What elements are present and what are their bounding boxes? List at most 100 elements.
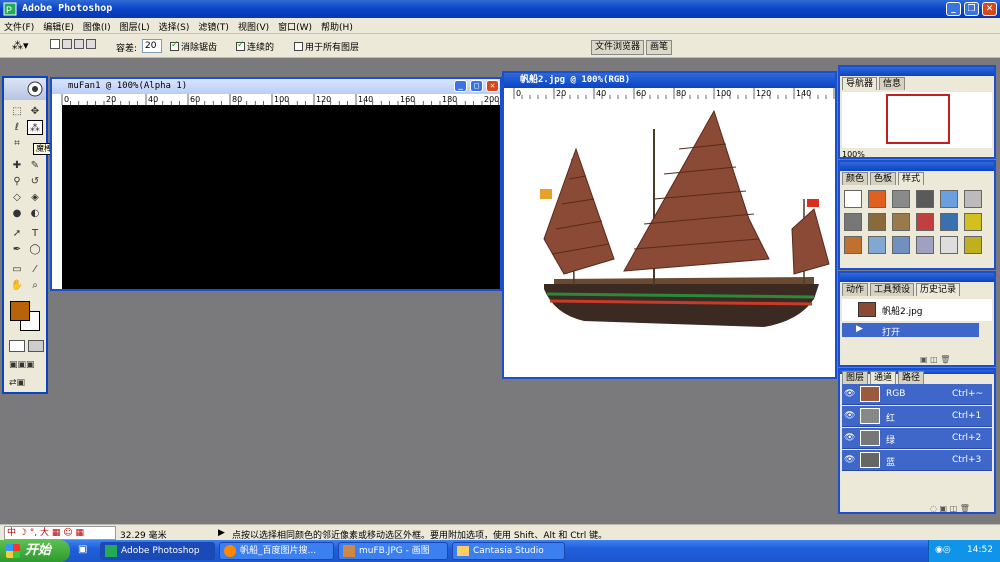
style-swatch[interactable]	[964, 190, 982, 208]
style-swatch[interactable]	[916, 190, 934, 208]
bucket-tool-icon[interactable]: ◈	[27, 190, 43, 205]
history-snapshot-row[interactable]: 帆船2.jpg	[842, 299, 992, 321]
style-swatch[interactable]	[940, 213, 958, 231]
dodge-tool-icon[interactable]: ◐	[27, 206, 43, 221]
navigator-zoom-value[interactable]: 100%	[842, 150, 865, 159]
restore-button[interactable]: ❐	[964, 2, 979, 16]
eye-icon[interactable]: 👁	[844, 411, 855, 421]
all-layers-checkbox[interactable]	[294, 42, 303, 51]
doc1-maximize-button[interactable]: □	[470, 80, 483, 92]
menu-select[interactable]: 选择(S)	[155, 18, 195, 33]
healing-tool-icon[interactable]: ✚	[9, 158, 25, 173]
channel-row-blue[interactable]: 👁 蓝 Ctrl+3	[842, 450, 992, 471]
tab-history[interactable]: 历史记录	[916, 283, 961, 296]
menu-filter[interactable]: 滤镜(T)	[194, 18, 234, 33]
magic-wand-tool-icon[interactable]: ⁂	[27, 120, 43, 135]
brush-tool-icon[interactable]: ✎	[27, 158, 43, 173]
tab-tool-presets[interactable]: 工具预设	[870, 283, 915, 296]
foreground-color-chip[interactable]	[10, 301, 30, 321]
contiguous-option[interactable]: 连续的	[236, 40, 274, 53]
tab-layers[interactable]: 图层	[842, 371, 869, 384]
menu-layer[interactable]: 图层(L)	[116, 18, 155, 33]
style-swatch[interactable]	[892, 213, 910, 231]
blur-tool-icon[interactable]: ●	[9, 206, 25, 221]
marquee-tool-icon[interactable]: ⬚	[9, 104, 25, 119]
menu-file[interactable]: 文件(F)	[0, 18, 39, 33]
history-brush-tool-icon[interactable]: ↺	[27, 174, 43, 189]
menu-help[interactable]: 帮助(H)	[317, 18, 358, 33]
doc1-minimize-button[interactable]: _	[454, 80, 467, 92]
taskbar-item-camtasia[interactable]: Cantasia Studio	[452, 542, 565, 560]
menu-image[interactable]: 图像(I)	[79, 18, 116, 33]
crop-tool-icon[interactable]: ⌗	[9, 136, 25, 151]
eye-icon[interactable]: 👁	[844, 455, 855, 465]
tray-icons[interactable]: ◉◎	[935, 545, 951, 555]
pen-tool-icon[interactable]: ✒	[9, 242, 25, 257]
status-arrow-icon[interactable]: ▶	[218, 528, 225, 538]
screen-mode-icons[interactable]: ▣▣▣	[9, 360, 45, 372]
taskbar-item-paint[interactable]: muFB.JPG - 画图	[338, 542, 448, 560]
eye-icon[interactable]: 👁	[844, 389, 855, 399]
start-button[interactable]: 开始	[0, 540, 70, 562]
style-swatch[interactable]	[892, 236, 910, 254]
quickmask-mode-icon[interactable]	[28, 340, 44, 352]
tolerance-input[interactable]: 20	[142, 39, 162, 53]
minimize-button[interactable]: _	[946, 2, 961, 16]
style-swatch[interactable]	[868, 236, 886, 254]
antialias-checkbox[interactable]	[170, 40, 179, 51]
shape-tool-icon[interactable]: ◯	[27, 242, 43, 257]
doc2-title-bar[interactable]: 帆船2.jpg @ 100%(RGB)	[504, 73, 835, 88]
standard-mode-icon[interactable]	[9, 340, 25, 352]
navigator-preview[interactable]	[842, 92, 992, 148]
style-swatch[interactable]	[892, 190, 910, 208]
tab-paths[interactable]: 路径	[898, 371, 925, 384]
path-select-tool-icon[interactable]: ➚	[9, 226, 25, 241]
notes-tool-icon[interactable]: ▭	[9, 262, 25, 277]
tab-styles[interactable]: 样式	[898, 172, 925, 185]
selection-mode-buttons[interactable]	[50, 39, 102, 52]
doc-window-ship[interactable]: 帆船2.jpg @ 100%(RGB) 0 20 40 60 80 100 120 140	[502, 71, 837, 379]
style-swatch[interactable]	[916, 236, 934, 254]
taskbar-item-browser[interactable]: 帆船_百度图片搜...	[219, 542, 334, 560]
all-layers-option[interactable]: 用于所有图层	[294, 40, 359, 53]
menu-edit[interactable]: 编辑(E)	[39, 18, 79, 33]
channels-footer-icons[interactable]: ◌ ▣ ◫ 🗑	[930, 504, 994, 514]
doc2-canvas[interactable]	[514, 99, 835, 377]
style-swatch[interactable]	[844, 213, 862, 231]
color-panel-header[interactable]	[840, 162, 994, 171]
history-step-row[interactable]: ▶ 打开	[842, 323, 979, 338]
eyedropper-tool-icon[interactable]: ⁄	[27, 262, 43, 277]
style-swatch[interactable]	[964, 236, 982, 254]
brushes-tab[interactable]: 画笔	[646, 40, 673, 55]
tab-navigator[interactable]: 导航器	[842, 77, 878, 90]
close-button[interactable]: ✕	[982, 2, 997, 16]
hand-tool-icon[interactable]: ✋	[9, 278, 25, 293]
menu-window[interactable]: 窗口(W)	[274, 18, 317, 33]
tab-swatches[interactable]: 色板	[870, 172, 897, 185]
antialias-option[interactable]: 消除锯齿	[170, 40, 217, 53]
magic-wand-icon[interactable]: ⁂▾	[12, 39, 29, 52]
file-browser-tab[interactable]: 文件浏览器	[591, 40, 645, 55]
tab-actions[interactable]: 动作	[842, 283, 869, 296]
type-tool-icon[interactable]: T	[27, 226, 43, 241]
doc-window-mufan1[interactable]: muFan1 @ 100%(Alpha 1) _ □ ✕ 0 20 40 60 80 10…	[50, 77, 502, 291]
jump-to-imageready-icon[interactable]: ⇄▣	[9, 378, 45, 390]
history-panel-header[interactable]	[840, 273, 994, 282]
channel-row-red[interactable]: 👁 红 Ctrl+1	[842, 406, 992, 427]
style-swatch[interactable]	[844, 236, 862, 254]
style-swatch[interactable]	[844, 190, 862, 208]
zoom-tool-icon[interactable]: ⌕	[27, 278, 43, 293]
move-tool-icon[interactable]: ✥	[27, 104, 43, 119]
taskbar-item-photoshop[interactable]: Adobe Photoshop	[100, 542, 215, 560]
style-swatch[interactable]	[964, 213, 982, 231]
tab-info[interactable]: 信息	[879, 77, 906, 90]
doc1-close-button[interactable]: ✕	[486, 80, 499, 92]
ime-toolbar[interactable]: 中 ☽ °, 大 ▦ ☺ ▦	[4, 526, 116, 540]
style-swatch[interactable]	[940, 190, 958, 208]
channel-row-rgb[interactable]: 👁 RGB Ctrl+~	[842, 384, 992, 405]
lasso-tool-icon[interactable]: ℓ	[9, 120, 25, 135]
menu-view[interactable]: 视图(V)	[234, 18, 274, 33]
channel-row-green[interactable]: 👁 绿 Ctrl+2	[842, 428, 992, 449]
tab-color[interactable]: 颜色	[842, 172, 869, 185]
doc1-title-bar[interactable]: muFan1 @ 100%(Alpha 1) _ □ ✕	[52, 79, 500, 94]
